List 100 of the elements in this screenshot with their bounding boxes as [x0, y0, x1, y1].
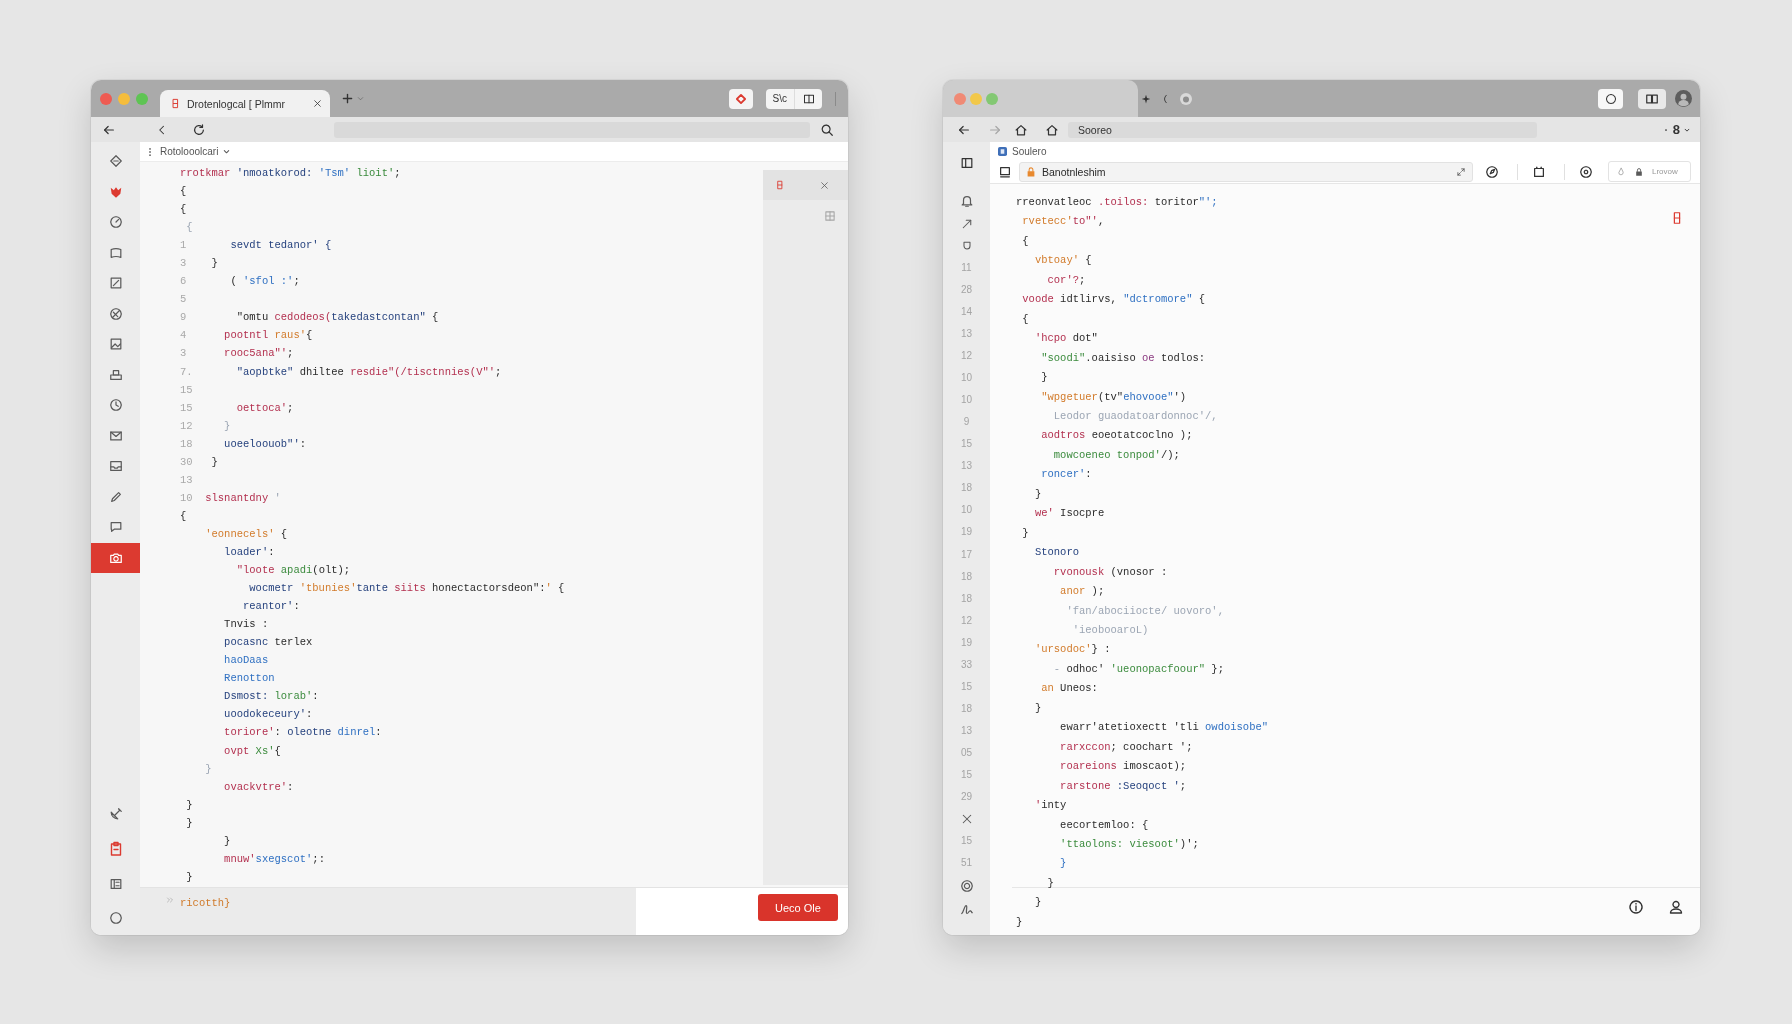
- code-line: rvonousk (vnosor :: [1053, 564, 1168, 579]
- code-line: - odhoc' 'ueonopacfoour" };: [1053, 661, 1224, 676]
- split-view-button[interactable]: [794, 88, 822, 109]
- line-number: 9: [180, 310, 188, 325]
- diamond-icon: [108, 154, 123, 169]
- code-line: Dsmost: lorab':: [224, 689, 319, 704]
- code-line: aodtros eoeotatcoclno );: [1041, 428, 1193, 443]
- info-icon[interactable]: [1628, 899, 1644, 915]
- close-icon[interactable]: [313, 99, 322, 108]
- code-line: }: [224, 418, 231, 433]
- line-number: 12: [960, 350, 973, 363]
- code-line: }: [186, 797, 193, 812]
- search-field[interactable]: Banotnleshim: [1019, 161, 1473, 182]
- close-icon[interactable]: [820, 180, 829, 190]
- circle-button[interactable]: [1598, 88, 1623, 109]
- action-button[interactable]: Ueco Ole: [758, 894, 838, 921]
- code-line: mowcoeneo tonpod'/);: [1053, 447, 1180, 462]
- line-number: 17: [960, 548, 973, 561]
- code-line: rrotkmar 'nmoatkorod: 'Tsm' lioit';: [180, 166, 401, 180]
- browser-tab[interactable]: Drotenlogcal [ Plmmr: [160, 90, 330, 117]
- code-line: anor );: [1060, 584, 1105, 599]
- reload-icon[interactable]: [192, 122, 206, 137]
- tab-count[interactable]: 8: [1672, 122, 1680, 137]
- code-line: uoeeloouob"':: [224, 436, 307, 451]
- arrow-icon[interactable]: [960, 218, 973, 231]
- caret-icon[interactable]: [1684, 126, 1690, 133]
- code-line: }: [1060, 856, 1067, 871]
- sidebar-toggle-icon[interactable]: [959, 155, 974, 170]
- line-number: 15: [180, 382, 194, 397]
- line-number: 14: [960, 306, 973, 319]
- code-line: {: [1022, 233, 1029, 248]
- code-line: we' Isocpre: [1034, 506, 1105, 521]
- code-line: 'ttaolons: viesoot')';: [1060, 836, 1199, 851]
- line-number: 1: [180, 238, 188, 253]
- code-line: loader':: [224, 545, 275, 559]
- code-line: ( 'sfol :';: [230, 274, 300, 289]
- home-icon[interactable]: [1014, 122, 1028, 137]
- code-line: toriore': oleotne dinrel:: [224, 725, 382, 740]
- code-line: }: [1016, 914, 1023, 929]
- line-number: 9: [963, 416, 970, 429]
- user-icon[interactable]: [1668, 899, 1684, 915]
- line-number: 19: [960, 636, 973, 649]
- caret-icon[interactable]: [223, 148, 231, 155]
- plus-icon[interactable]: [342, 93, 353, 104]
- breadcrumb[interactable]: Soulero: [1012, 145, 1047, 157]
- line-number: 30: [180, 454, 194, 469]
- line-number: 15: [960, 834, 973, 847]
- code-line: 'eonnecels' {: [205, 526, 288, 541]
- gauge-icon: [108, 215, 123, 230]
- bell-icon[interactable]: [959, 194, 974, 208]
- code-line: "loote apadi(olt);: [236, 563, 351, 578]
- list-icon[interactable]: [108, 877, 123, 891]
- site-icon: [998, 146, 1007, 156]
- code-line: "omtu cedodeos(takedastcontan" {: [236, 310, 439, 325]
- sparkle-icon[interactable]: [1141, 93, 1151, 104]
- printer-icon: [108, 367, 123, 382]
- code-line: rooc5ana"';: [224, 346, 294, 361]
- code-line: {: [180, 184, 187, 199]
- code-line: }: [1022, 525, 1029, 540]
- line-number: 10: [180, 490, 194, 505]
- line-number: 18: [960, 570, 973, 583]
- avatar-icon[interactable]: [1675, 90, 1692, 107]
- code-line: ewarr'atetioxectt 'tli owdoisobe": [1060, 720, 1269, 735]
- breadcrumb[interactable]: Rotolooolcari: [160, 146, 219, 157]
- line-number: 3: [180, 346, 188, 361]
- line-number: 6: [180, 274, 188, 289]
- lock-icon: [1025, 165, 1037, 178]
- home-icon[interactable]: [1045, 122, 1059, 137]
- book-icon: [108, 245, 123, 260]
- address-field[interactable]: Sooreo: [1068, 121, 1537, 138]
- compass-icon[interactable]: [1485, 164, 1499, 179]
- window-icon[interactable]: [998, 164, 1012, 179]
- extension-button[interactable]: [728, 88, 753, 109]
- clock-icon: [108, 398, 123, 413]
- reader-button[interactable]: [1638, 88, 1666, 109]
- satellite-dish-icon[interactable]: [108, 807, 123, 821]
- signature-icon[interactable]: [959, 903, 974, 917]
- close-icon[interactable]: [960, 812, 973, 825]
- code-line: rreonvatleoc .toilos: toritor"';: [1016, 195, 1218, 209]
- line-number: 11: [961, 262, 972, 275]
- line-number: 05: [960, 746, 973, 759]
- chat-icon: [108, 520, 123, 535]
- line-number: 51: [960, 856, 973, 869]
- line-number: 10: [960, 504, 973, 517]
- code-line: ovpt Xs'{: [224, 743, 281, 758]
- calendar-icon[interactable]: [1532, 164, 1546, 179]
- line-number: 29: [960, 790, 973, 803]
- code-line: reantor':: [243, 599, 300, 614]
- code-line: {: [180, 508, 187, 523]
- target-icon[interactable]: [1579, 164, 1593, 179]
- shield-icon[interactable]: [960, 240, 973, 253]
- sidebar-item[interactable]: [91, 542, 140, 573]
- code-line: haoDaas: [224, 653, 269, 668]
- search-icon[interactable]: [820, 122, 834, 137]
- line-number: 10: [960, 372, 973, 385]
- ring-icon[interactable]: [959, 878, 974, 893]
- profile-button[interactable]: S\c: [765, 88, 794, 109]
- expand-icon[interactable]: [1456, 166, 1466, 177]
- code-line: eecortemloo: {: [1060, 817, 1149, 832]
- line-number: 19: [960, 526, 973, 539]
